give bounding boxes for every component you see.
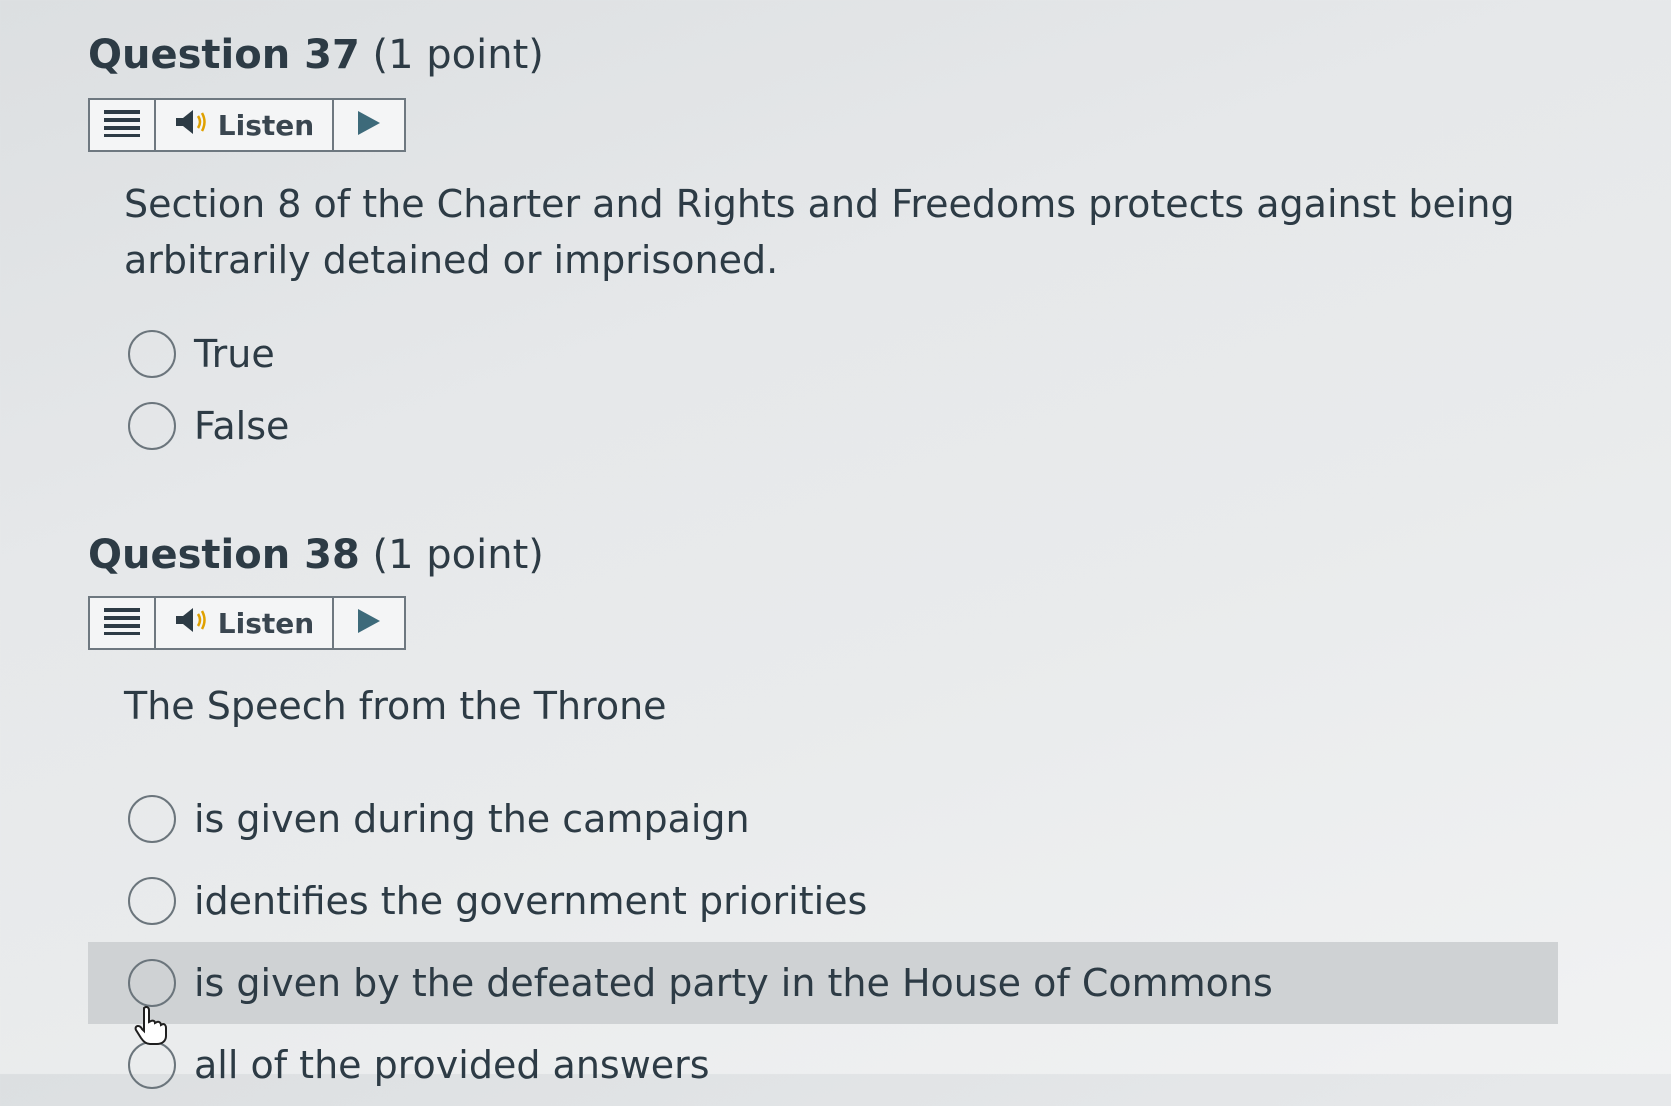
option-label: all of the provided answers — [194, 1043, 710, 1087]
listen-toolbar: Listen — [88, 98, 406, 152]
option-government-priorities[interactable]: identifies the government priorities — [88, 860, 1558, 942]
radio-button[interactable] — [128, 330, 176, 378]
listen-button[interactable]: Listen — [156, 100, 334, 150]
play-button[interactable] — [334, 100, 404, 150]
menu-icon — [104, 607, 140, 639]
question-header: Question 37 (1 point) — [88, 30, 1628, 80]
menu-icon — [104, 109, 140, 141]
hand-pointer-icon — [134, 1005, 168, 1050]
play-button[interactable] — [334, 598, 404, 648]
listen-menu-button[interactable] — [90, 598, 156, 648]
option-campaign[interactable]: is given during the campaign — [88, 778, 1558, 860]
question-points: (1 point) — [372, 532, 544, 578]
option-true[interactable]: True — [128, 318, 1628, 390]
question-38: Question 38 (1 point) Listen The Speech … — [88, 530, 1628, 1106]
radio-button[interactable] — [128, 959, 176, 1007]
listen-toolbar: Listen — [88, 596, 406, 650]
option-defeated-party[interactable]: is given by the defeated party in the Ho… — [88, 942, 1558, 1024]
play-icon — [356, 607, 382, 639]
option-label: True — [194, 332, 275, 376]
listen-label: Listen — [217, 108, 315, 142]
option-label: is given during the campaign — [194, 797, 750, 841]
question-title: Question 37 — [88, 32, 360, 78]
option-label: identifies the government priorities — [194, 879, 868, 923]
speaker-icon — [174, 108, 208, 143]
radio-button[interactable] — [128, 877, 176, 925]
listen-menu-button[interactable] — [90, 100, 156, 150]
radio-button[interactable] — [128, 795, 176, 843]
question-title: Question 38 — [88, 532, 360, 578]
question-37: Question 37 (1 point) Listen Section 8 o… — [88, 30, 1628, 462]
option-all-provided[interactable]: all of the provided answers — [88, 1024, 1558, 1106]
listen-button[interactable]: Listen — [156, 598, 334, 648]
option-label: is given by the defeated party in the Ho… — [194, 961, 1273, 1005]
question-text: Section 8 of the Charter and Rights and … — [124, 182, 1515, 282]
answer-options: is given during the campaign identifies … — [88, 778, 1628, 1106]
answer-options: True False — [128, 318, 1628, 462]
listen-label: Listen — [217, 606, 315, 640]
question-points: (1 point) — [372, 32, 544, 78]
question-header: Question 38 (1 point) — [88, 530, 1628, 580]
option-false[interactable]: False — [128, 390, 1628, 462]
question-text: The Speech from the Throne — [124, 684, 667, 728]
speaker-icon — [174, 606, 208, 641]
option-label: False — [194, 404, 290, 448]
play-icon — [356, 109, 382, 141]
radio-button[interactable] — [128, 402, 176, 450]
